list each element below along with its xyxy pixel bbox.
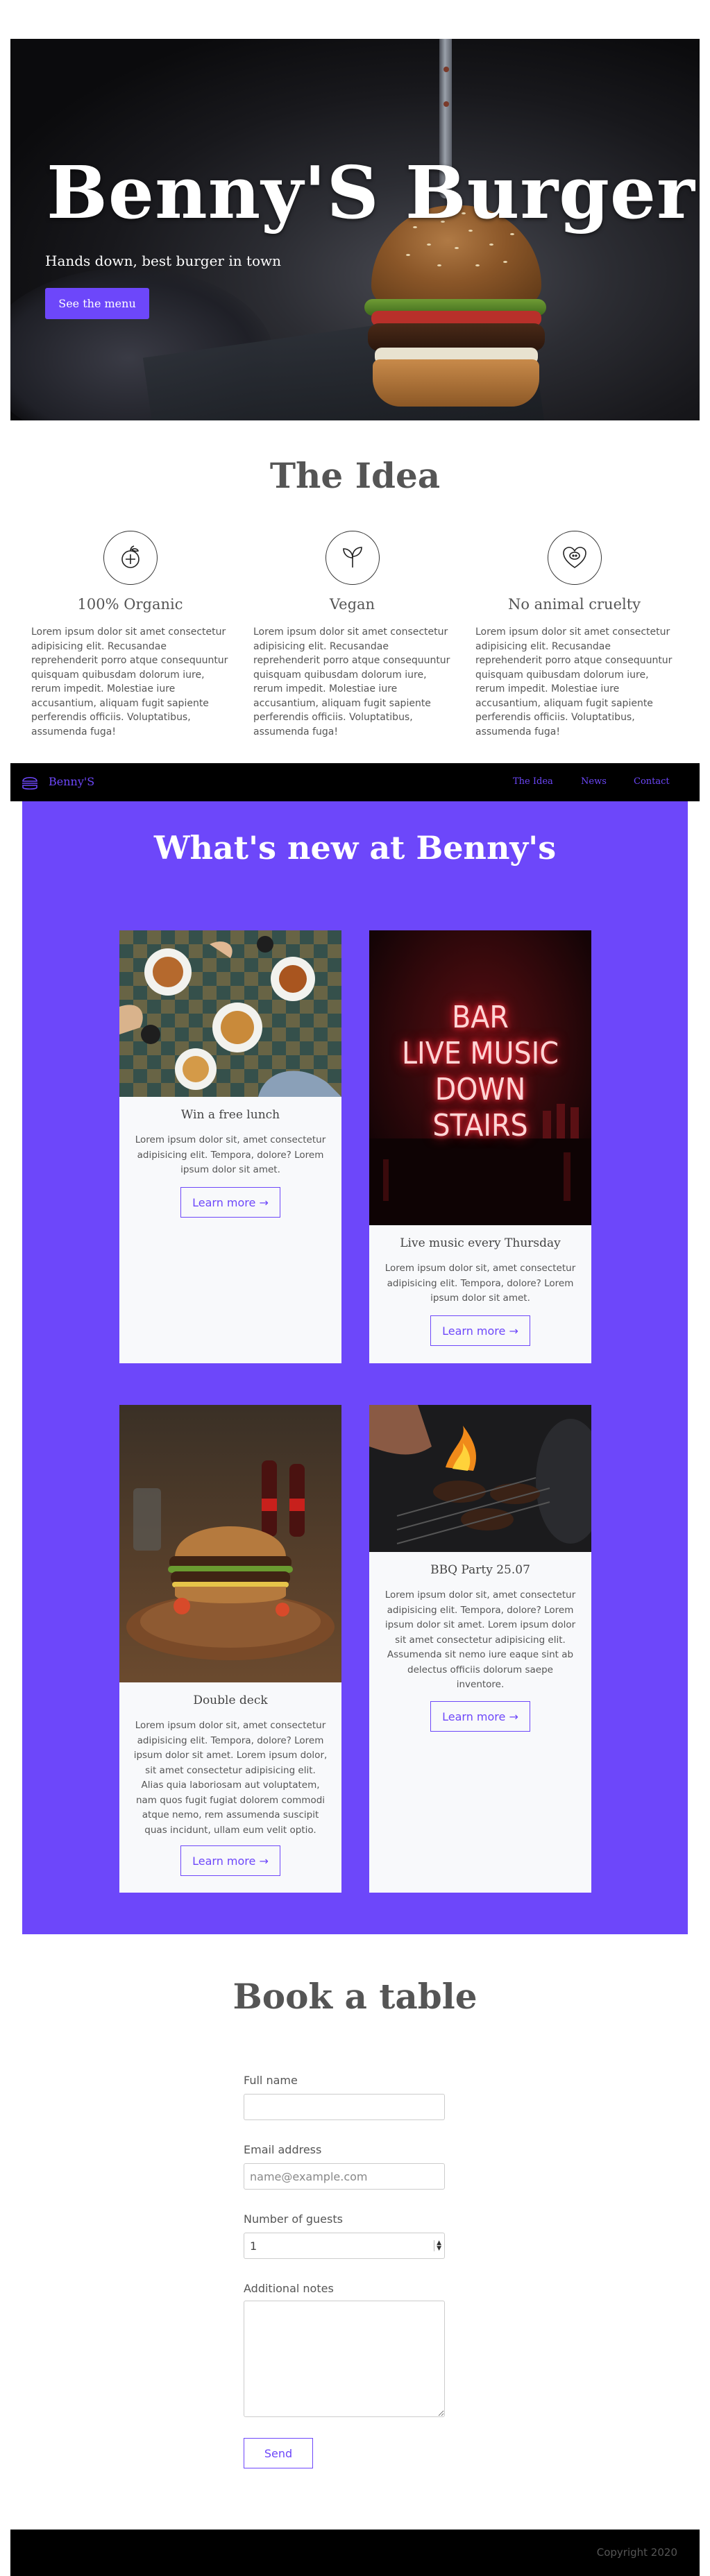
neon-line: BAR — [452, 1000, 509, 1035]
card-title: Live music every Thursday — [400, 1236, 561, 1250]
navbar: Benny'S The Idea News Contact — [10, 763, 700, 801]
card-text: Lorem ipsum dolor sit, amet consectetur … — [384, 1589, 576, 1690]
feature-text: Lorem ipsum dolor sit amet consectetur a… — [253, 626, 450, 737]
learn-more-button[interactable]: Learn more → — [180, 1845, 280, 1876]
full-name-input[interactable] — [244, 2094, 445, 2120]
table-food-image — [119, 930, 341, 1097]
nav-link-contact[interactable]: Contact — [634, 776, 670, 787]
copyright-text: Copyright 2020 — [596, 2546, 677, 2559]
nav-link-idea[interactable]: The Idea — [513, 776, 553, 787]
hero-title: Benny'S Burger — [47, 150, 695, 235]
nav-brand[interactable]: Benny'S — [49, 775, 94, 788]
burger-logo-icon[interactable] — [19, 772, 40, 796]
news-card-bbq-party: BBQ Party 25.07 Lorem ipsum dolor sit, a… — [369, 1405, 591, 1893]
news-title: What's new at Benny's — [153, 829, 557, 867]
neon-sign-text: BAR LIVE MUSIC DOWN STAIRS — [369, 1000, 591, 1144]
idea-title: The Idea — [269, 455, 441, 496]
guests-label: Number of guests — [244, 2212, 343, 2226]
card-title: BBQ Party 25.07 — [430, 1563, 530, 1577]
news-section: What's new at Benny's Win a free lunch L… — [22, 801, 688, 1934]
email-input[interactable] — [244, 2163, 445, 2190]
booking-title: Book a table — [233, 1976, 477, 2017]
learn-more-button[interactable]: Learn more → — [180, 1187, 280, 1218]
card-title: Win a free lunch — [180, 1108, 280, 1122]
bun-bottom — [373, 359, 539, 407]
double-burger-image — [119, 1405, 341, 1682]
grill-image — [369, 1405, 591, 1552]
feature-title: No animal cruelty — [507, 596, 641, 613]
news-card-free-lunch: Win a free lunch Lorem ipsum dolor sit, … — [119, 930, 341, 1363]
feature-title: 100% Organic — [77, 596, 183, 613]
footer: Copyright 2020 — [10, 2530, 700, 2576]
neon-line: STAIRS — [432, 1108, 528, 1143]
leaf-icon — [326, 531, 380, 585]
feature-title: Vegan — [329, 596, 375, 613]
notes-textarea[interactable] — [244, 2301, 445, 2417]
heart-pig-icon — [548, 531, 602, 585]
feature-text: Lorem ipsum dolor sit amet consectetur a… — [31, 626, 228, 737]
notes-label: Additional notes — [244, 2282, 334, 2295]
card-title: Double deck — [193, 1694, 268, 1707]
stepper-arrows-icon[interactable]: ▲ ▼ — [434, 2240, 441, 2252]
hero-section: Benny'S Burger Hands down, best burger i… — [10, 39, 700, 420]
card-text: Lorem ipsum dolor sit, amet consectetur … — [384, 1263, 576, 1304]
guests-value: 1 — [250, 2239, 257, 2253]
news-card-live-music: BAR LIVE MUSIC DOWN STAIRS Live music ev… — [369, 930, 591, 1363]
knife-rivet — [443, 67, 449, 72]
neon-line: DOWN — [434, 1072, 526, 1107]
card-text: Lorem ipsum dolor sit, amet consectetur … — [133, 1720, 328, 1836]
see-menu-button[interactable]: See the menu — [45, 288, 149, 319]
card-text: Lorem ipsum dolor sit, amet consectetur … — [135, 1134, 326, 1175]
hero-tagline: Hands down, best burger in town — [45, 253, 282, 269]
fruit-icon — [103, 531, 158, 585]
full-name-label: Full name — [244, 2074, 298, 2087]
email-label: Email address — [244, 2143, 322, 2156]
news-card-double-deck: Double deck Lorem ipsum dolor sit, amet … — [119, 1405, 341, 1893]
neon-line: LIVE MUSIC — [402, 1036, 559, 1071]
knife-rivet — [443, 101, 449, 107]
learn-more-button[interactable]: Learn more → — [430, 1315, 530, 1346]
nav-link-news[interactable]: News — [581, 776, 607, 787]
feature-text: Lorem ipsum dolor sit amet consectetur a… — [475, 626, 673, 737]
neon-sign-image: BAR LIVE MUSIC DOWN STAIRS — [369, 930, 591, 1225]
learn-more-button[interactable]: Learn more → — [430, 1701, 530, 1732]
send-button[interactable]: Send — [244, 2438, 313, 2468]
patty — [368, 323, 545, 351]
guests-select[interactable]: 1 ▲ ▼ — [244, 2233, 445, 2259]
